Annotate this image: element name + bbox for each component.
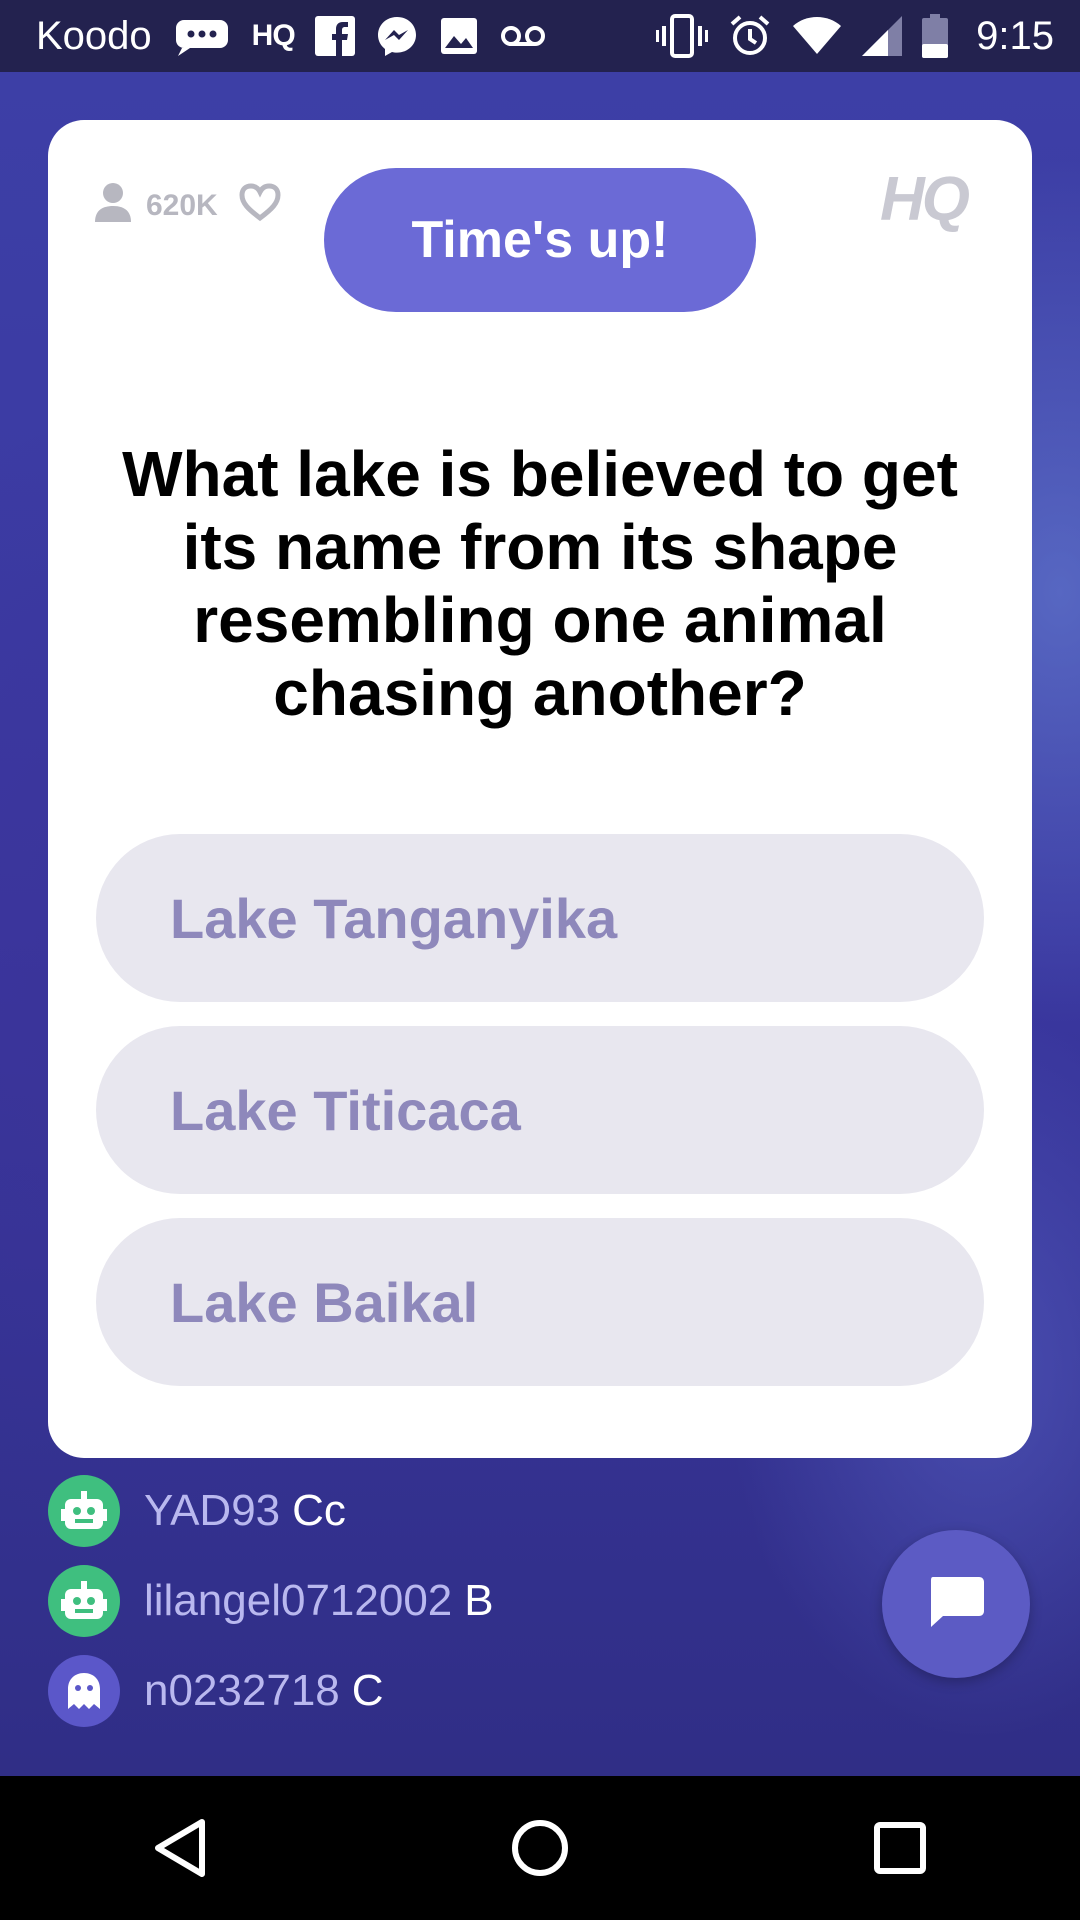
wifi-icon [792,14,842,58]
viewer-count: 620K [94,182,282,230]
chat-text: B [464,1576,494,1625]
answer-list: Lake Tanganyika Lake Titicaca Lake Baika… [96,834,984,1410]
answer-option-2[interactable]: Lake Titicaca [96,1026,984,1194]
chat-username: lilangel0712002 [144,1576,453,1625]
messenger-icon [375,14,419,58]
signal-icon [862,14,903,58]
clock: 9:15 [976,13,1054,58]
voicemail-icon [499,14,547,58]
recents-icon[interactable] [840,1788,960,1908]
sms-icon [172,14,232,58]
gallery-icon [439,14,479,58]
battery-icon [922,14,949,58]
status-bar: Koodo HQ 9:15 [0,0,1080,72]
chat-message: n0232718 C [48,1646,494,1736]
hq-icon: HQ [251,19,296,52]
chat-button[interactable] [882,1530,1030,1678]
vibrate-icon [656,14,709,58]
viewer-count-label: 620K [146,189,218,222]
answer-option-1[interactable]: Lake Tanganyika [96,834,984,1002]
home-icon[interactable] [480,1788,600,1908]
chat-username: n0232718 [144,1666,340,1715]
question-card: 620K Time's up! HQ What lake is believed… [48,120,1032,1458]
navigation-bar [0,1776,1080,1920]
person-icon [94,182,132,230]
ghost-icon [48,1655,120,1727]
facebook-icon [314,14,355,58]
robot-icon [48,1565,120,1637]
back-icon[interactable] [120,1788,240,1908]
heart-icon[interactable] [238,182,282,230]
alarm-icon [728,14,772,58]
chat-text: Cc [292,1486,346,1535]
answer-option-3[interactable]: Lake Baikal [96,1218,984,1386]
hq-logo: HQ [880,165,970,234]
chat-message: YAD93 Cc [48,1466,494,1556]
chat-username: YAD93 [144,1486,281,1535]
chat-message: lilangel0712002 B [48,1556,494,1646]
carrier-label: Koodo [36,13,152,58]
timer-status: Time's up! [324,168,756,312]
robot-icon [48,1475,120,1547]
chat-feed: YAD93 Cc lilangel0712002 B n0232718 C [48,1466,494,1736]
question-text: What lake is believed to get its name fr… [122,438,958,729]
chat-bubble-icon [927,1575,985,1633]
chat-text: C [351,1666,384,1715]
